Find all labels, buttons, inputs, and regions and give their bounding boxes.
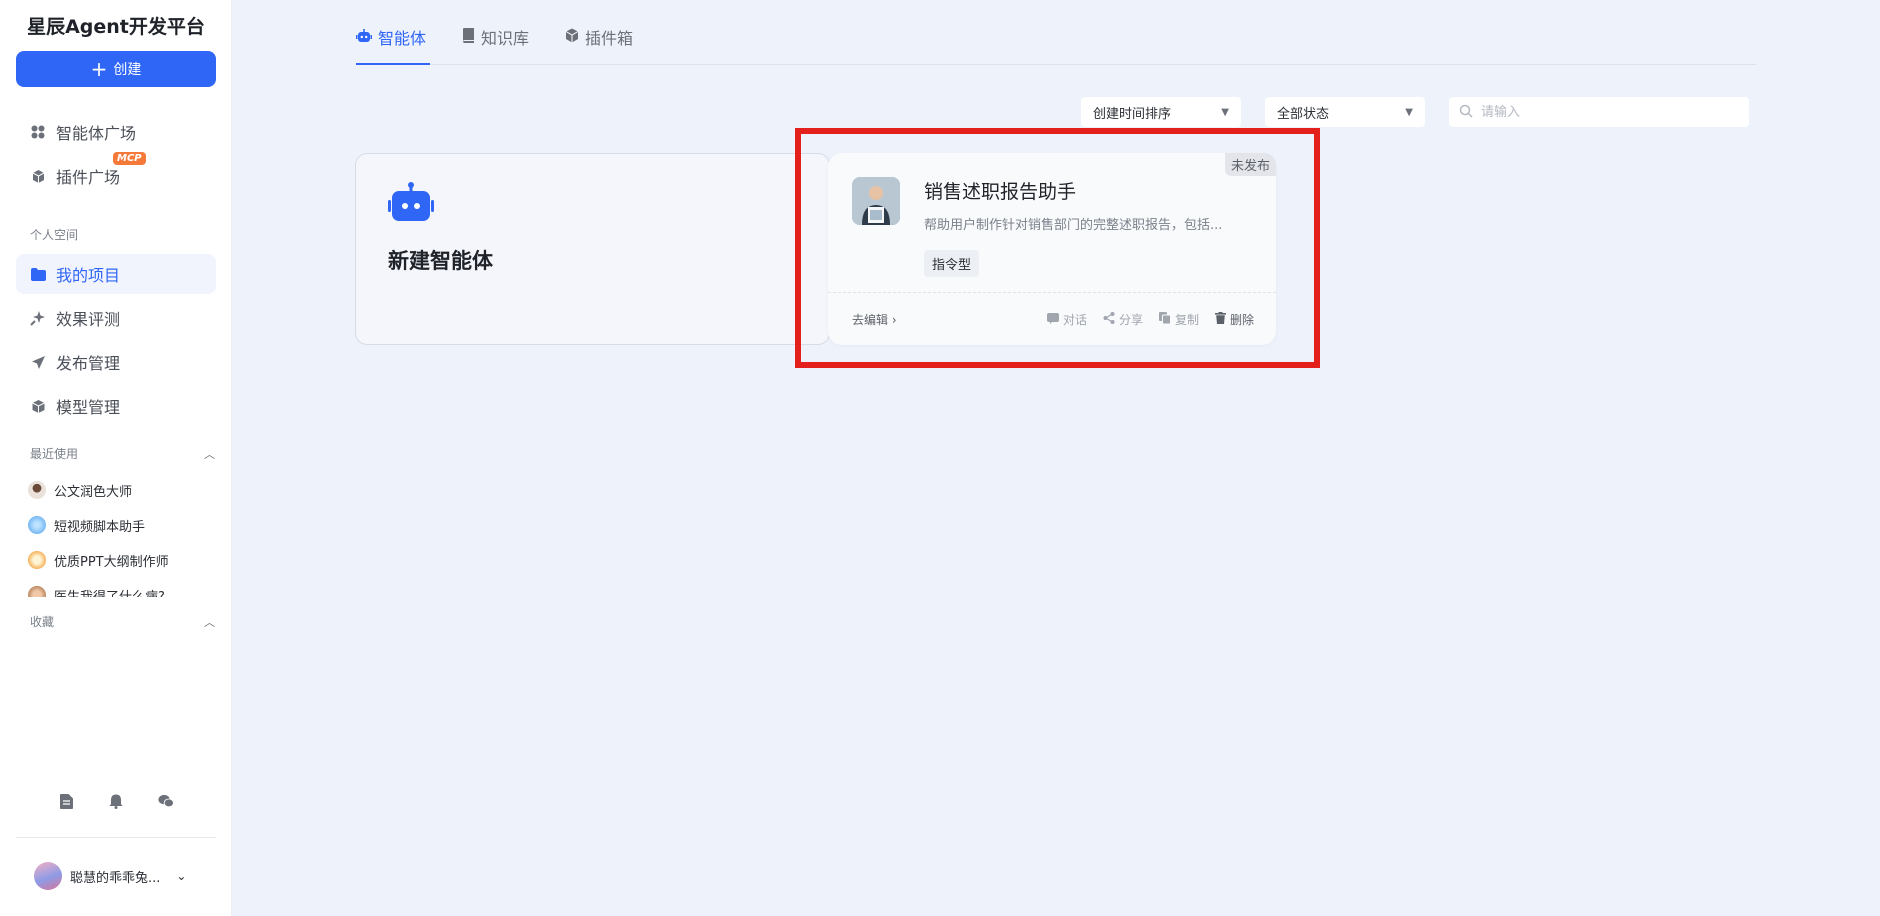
agent-name: 销售述职报告助手: [924, 181, 1077, 203]
active-tab-indicator: [356, 63, 430, 65]
trash-icon: [1214, 312, 1226, 327]
chevron-right-icon: ›: [891, 313, 897, 327]
edit-link-label: 去编辑: [852, 313, 889, 327]
book-icon: [462, 27, 475, 47]
chevron-down-icon: ▼: [1405, 106, 1413, 118]
sidebar-item-label: 模型管理: [56, 398, 121, 417]
chevron-down-icon: ⌄: [176, 869, 187, 883]
user-menu[interactable]: 聪慧的乖乖兔... ⌄: [34, 862, 204, 890]
cube-icon: [30, 398, 46, 414]
robot-icon: [356, 28, 372, 47]
new-agent-title: 新建智能体: [388, 249, 493, 273]
status-select[interactable]: 全部状态 ▼: [1265, 97, 1425, 127]
plugin-cube-icon: [30, 168, 46, 184]
recent-item-label: 公文润色大师: [54, 484, 133, 500]
chat-button[interactable]: 对话: [1046, 311, 1087, 328]
avatar: [28, 481, 46, 499]
tab-label: 插件箱: [585, 29, 634, 48]
create-button[interactable]: + 创建: [16, 51, 216, 87]
sidebar: 星辰Agent开发平台 + 创建 智能体广场 插件广场 MCP 个人空间 我的项…: [0, 0, 232, 916]
tab-plugins[interactable]: 插件箱: [565, 25, 633, 65]
tab-agents[interactable]: 智能体: [356, 25, 426, 65]
copy-label: 复制: [1174, 313, 1199, 327]
chevron-down-icon: ▼: [1221, 106, 1229, 118]
sidebar-divider: [16, 837, 216, 838]
delete-label: 删除: [1229, 313, 1254, 327]
brand-title: 星辰Agent开发平台: [27, 16, 205, 38]
agent-avatar: [852, 177, 900, 225]
share-button[interactable]: 分享: [1103, 311, 1143, 328]
avatar: [28, 551, 46, 569]
wechat-icon[interactable]: [158, 793, 174, 809]
recent-list-clip: 医生我得了什么病?: [0, 579, 232, 597]
folder-icon: [30, 266, 46, 282]
personal-space-label: 个人空间: [30, 228, 79, 242]
top-tabs: 智能体 知识库 插件箱: [356, 25, 633, 65]
tab-label: 知识库: [481, 29, 530, 48]
card-divider: [828, 292, 1276, 293]
edit-link[interactable]: 去编辑 ›: [852, 311, 897, 328]
recent-item[interactable]: 优质PPT大纲制作师: [28, 548, 218, 572]
recent-item-label: 短视频脚本助手: [54, 519, 146, 535]
search-icon: [1459, 103, 1473, 122]
recent-item[interactable]: 短视频脚本助手: [28, 513, 218, 537]
chat-icon: [1046, 312, 1059, 327]
delete-button[interactable]: 删除: [1214, 311, 1254, 328]
create-label: 创建: [113, 62, 142, 78]
sidebar-item-label: 效果评测: [56, 310, 121, 329]
search-box: [1449, 97, 1749, 127]
sidebar-item-agent-plaza[interactable]: 智能体广场: [16, 112, 216, 152]
search-input[interactable]: [1481, 104, 1731, 120]
sidebar-item-evaluation[interactable]: 效果评测: [16, 298, 216, 338]
apps-grid-icon: [30, 124, 46, 140]
sidebar-item-label: 插件广场: [56, 168, 121, 187]
box-icon: [565, 28, 579, 47]
bottom-toolbar: [0, 793, 232, 809]
robot-icon: [388, 182, 434, 226]
new-agent-card[interactable]: 新建智能体: [355, 153, 830, 345]
chat-label: 对话: [1062, 313, 1087, 327]
recent-item[interactable]: 公文润色大师: [28, 478, 218, 502]
sidebar-item-models[interactable]: 模型管理: [16, 386, 216, 426]
favorites-collapse-icon[interactable]: ︿: [204, 614, 215, 630]
sidebar-item-my-projects[interactable]: 我的项目: [16, 254, 216, 294]
tab-knowledge[interactable]: 知识库: [462, 25, 529, 65]
status-badge: 未发布: [1224, 153, 1276, 176]
mcp-badge: MCP: [113, 152, 146, 165]
share-label: 分享: [1118, 313, 1143, 327]
status-select-value: 全部状态: [1277, 106, 1330, 122]
sidebar-item-label: 我的项目: [56, 266, 121, 285]
avatar: [28, 586, 46, 597]
tab-label: 智能体: [378, 29, 427, 48]
sidebar-item-publish[interactable]: 发布管理: [16, 342, 216, 382]
sidebar-item-label: 发布管理: [56, 354, 121, 373]
avatar: [34, 862, 62, 890]
sidebar-item-label: 智能体广场: [56, 124, 137, 143]
agent-description: 帮助用户制作针对销售部门的完整述职报告，包括...: [924, 218, 1223, 233]
avatar: [28, 516, 46, 534]
share-icon: [1103, 312, 1115, 327]
sort-select[interactable]: 创建时间排序 ▼: [1081, 97, 1241, 127]
recent-label: 最近使用: [30, 447, 79, 461]
sparkle-icon: [30, 310, 46, 326]
recent-item-label: 优质PPT大纲制作师: [54, 554, 169, 570]
copy-button[interactable]: 复制: [1158, 311, 1199, 328]
agent-card[interactable]: 未发布 销售述职报告助手 帮助用户制作针对销售部门的完整述职报告，包括... 指…: [828, 153, 1276, 345]
tabs-divider: [356, 64, 1756, 65]
card-actions: 对话 分享 复制 删除: [1046, 311, 1254, 328]
recent-item[interactable]: 医生我得了什么病?: [28, 583, 218, 597]
favorites-label: 收藏: [30, 615, 55, 629]
plus-icon: +: [90, 57, 108, 81]
recent-collapse-icon[interactable]: ︿: [204, 446, 215, 462]
user-name: 聪慧的乖乖兔...: [70, 870, 161, 886]
sort-select-value: 创建时间排序: [1093, 106, 1172, 122]
copy-icon: [1158, 312, 1171, 327]
agent-type-tag: 指令型: [924, 250, 980, 277]
bell-icon[interactable]: [108, 793, 124, 809]
document-icon[interactable]: [58, 793, 74, 809]
recent-item-label: 医生我得了什么病?: [54, 589, 165, 598]
send-icon: [30, 354, 46, 370]
